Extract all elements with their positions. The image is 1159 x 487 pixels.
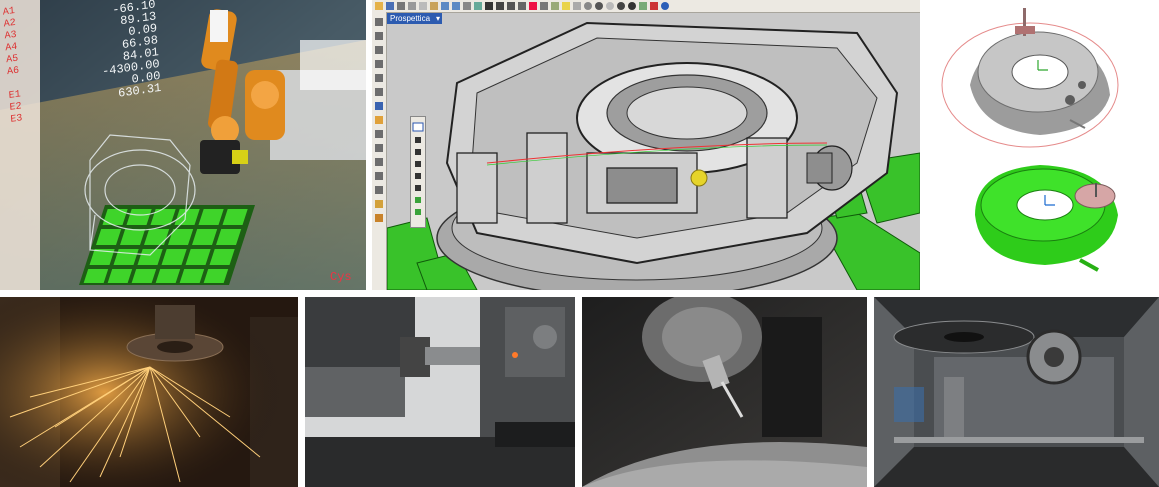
- pan-icon[interactable]: [463, 2, 471, 10]
- rendered-icon[interactable]: [595, 2, 603, 10]
- save-icon[interactable]: [386, 2, 394, 10]
- robot-simulation-photo: A1 A2 A3 A4 A5 A6 E1 E2 E3 -78.61 -66.10…: [0, 0, 366, 290]
- zoom-extents-icon[interactable]: [507, 2, 515, 10]
- rotate-icon[interactable]: [474, 2, 482, 10]
- osnap-icon[interactable]: [540, 2, 548, 10]
- undo-icon[interactable]: [441, 2, 449, 10]
- screen-watermark: Cys: [330, 270, 352, 284]
- cad-left-toolbar: [372, 12, 387, 290]
- grey-flange-render: [941, 8, 1119, 148]
- grid-icon[interactable]: [529, 2, 537, 10]
- xray-icon[interactable]: [617, 2, 625, 10]
- part-render-pair: [941, 8, 1119, 272]
- open-file-icon[interactable]: [375, 2, 383, 10]
- cad-application-window: Prospettica ▾: [372, 0, 920, 290]
- shaded-icon[interactable]: [584, 2, 592, 10]
- light-icon[interactable]: [562, 2, 570, 10]
- cut-icon[interactable]: [408, 2, 416, 10]
- zoom-icon[interactable]: [485, 2, 493, 10]
- tool-closeup-photo: [582, 297, 867, 487]
- select-icon[interactable]: [518, 2, 526, 10]
- help-icon[interactable]: [661, 2, 669, 10]
- zoom-window-icon[interactable]: [496, 2, 504, 10]
- paste-icon[interactable]: [430, 2, 438, 10]
- part-renders: [920, 0, 1159, 290]
- cad-viewport[interactable]: Prospettica ▾: [387, 13, 920, 290]
- plugin-icon[interactable]: [650, 2, 658, 10]
- ghosted-icon[interactable]: [606, 2, 614, 10]
- redo-icon[interactable]: [452, 2, 460, 10]
- green-tray-grid: [79, 205, 255, 285]
- print-icon[interactable]: [397, 2, 405, 10]
- options-icon[interactable]: [639, 2, 647, 10]
- machine-interior-photo: [874, 297, 1159, 487]
- wireframe-icon[interactable]: [573, 2, 581, 10]
- green-flange-render: [975, 165, 1118, 272]
- floating-toolbar: [410, 116, 426, 228]
- copy-icon[interactable]: [419, 2, 427, 10]
- cad-toolbar: [372, 0, 920, 13]
- grinding-sparks-photo: [0, 297, 298, 487]
- machining-tool-photo: [305, 297, 575, 487]
- material-icon[interactable]: [628, 2, 636, 10]
- cad-housing-model: [387, 21, 920, 290]
- layer-icon[interactable]: [551, 2, 559, 10]
